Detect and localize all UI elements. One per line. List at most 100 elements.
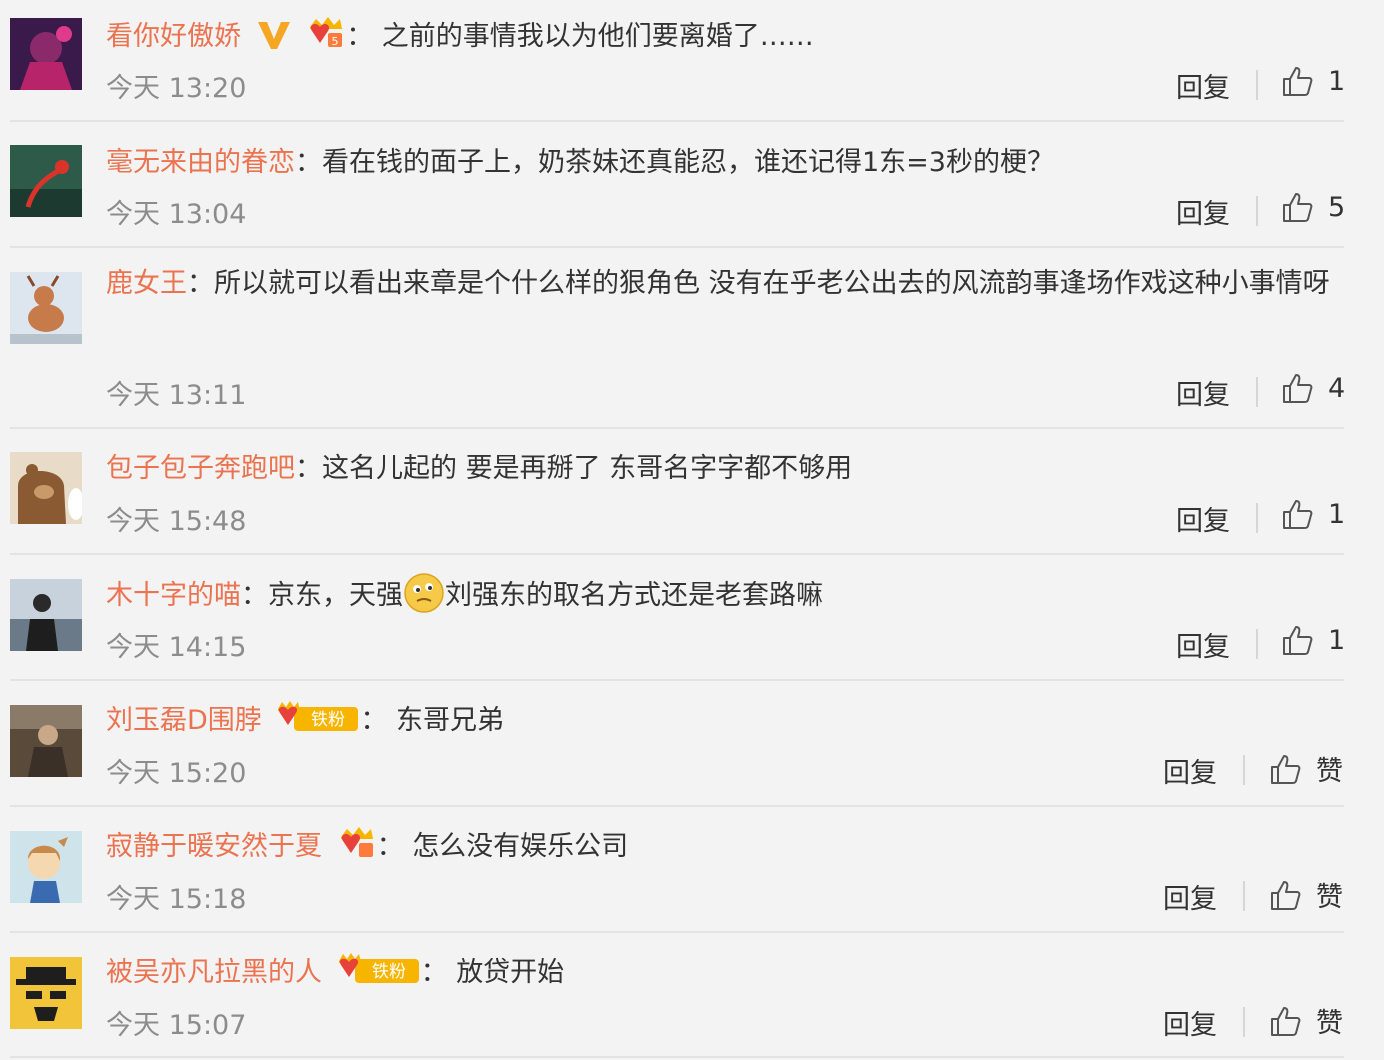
reply-button[interactable]: 回复 xyxy=(1163,751,1217,790)
like-button[interactable]: 1 xyxy=(1280,64,1345,98)
avatar[interactable] xyxy=(10,145,82,217)
username-link[interactable]: 寂静于暖安然于夏 xyxy=(106,831,322,862)
thumbs-up-icon xyxy=(1271,880,1301,910)
comment-line: 刘玉磊D围脖 铁粉 ： 东哥兄弟 xyxy=(106,698,1344,737)
separator: ： xyxy=(187,268,214,299)
timestamp: 今天 15:20 xyxy=(106,758,247,789)
action-separator xyxy=(1256,629,1258,659)
like-button[interactable]: 5 xyxy=(1280,190,1345,224)
avatar-image xyxy=(10,272,82,344)
like-button[interactable]: 赞 xyxy=(1268,1001,1343,1040)
thumbs-up-icon xyxy=(1283,67,1313,96)
divider xyxy=(10,679,1344,681)
comment-line: 包子包子奔跑吧：这名儿起的 要是再掰了 东哥名字字都不够用 xyxy=(106,446,1344,485)
comment-text: 之前的事情我以为他们要离婚了…… xyxy=(381,21,814,52)
comment-text-before-emoji: 京东，天强 xyxy=(268,580,403,611)
action-separator xyxy=(1243,1007,1245,1037)
avatar-image xyxy=(10,579,82,651)
divider xyxy=(10,1056,1344,1058)
username-link[interactable]: 刘玉磊D围脖 xyxy=(106,705,262,736)
action-separator xyxy=(1243,881,1245,911)
divider xyxy=(10,246,1344,248)
comment-text: 东哥兄弟 xyxy=(395,705,504,736)
comment-line: 木十字的喵：京东，天强 刘强东的取名方式还是老套路嘛 xyxy=(106,572,1344,614)
timestamp: 今天 14:15 xyxy=(106,632,247,663)
avatar[interactable] xyxy=(10,18,82,90)
comment-text: 放贷开始 xyxy=(456,957,565,988)
avatar-image xyxy=(10,957,82,1029)
svg-text:铁粉: 铁粉 xyxy=(372,962,406,982)
username-link[interactable]: 木十字的喵 xyxy=(106,580,241,611)
tiefen-fan-badge-icon[interactable]: 铁粉 xyxy=(276,699,360,735)
like-button[interactable]: 1 xyxy=(1280,623,1345,657)
reply-button[interactable]: 回复 xyxy=(1176,625,1230,664)
vip-crown-badge-icon[interactable] xyxy=(337,825,377,861)
action-separator xyxy=(1256,70,1258,100)
thumbs-up-icon xyxy=(1283,626,1313,655)
verified-v-icon[interactable] xyxy=(256,19,292,51)
avatar[interactable] xyxy=(10,705,82,777)
like-button[interactable]: 4 xyxy=(1280,371,1345,405)
like-button[interactable]: 1 xyxy=(1280,497,1345,531)
reply-button[interactable]: 回复 xyxy=(1163,1003,1217,1042)
divider xyxy=(10,931,1344,933)
comment-text: 看在钱的面子上，奶茶妹还真能忍，谁还记得1东=3秒的梗？ xyxy=(322,147,1054,178)
timestamp: 今天 13:20 xyxy=(106,73,247,104)
timestamp: 今天 15:07 xyxy=(106,1010,247,1041)
username-link[interactable]: 毫无来由的眷恋 xyxy=(106,147,295,178)
action-separator xyxy=(1256,503,1258,533)
svg-text:铁粉: 铁粉 xyxy=(311,710,345,730)
thumbs-up-icon xyxy=(1283,193,1313,222)
comment-line: 毫无来由的眷恋：看在钱的面子上，奶茶妹还真能忍，谁还记得1东=3秒的梗？ xyxy=(106,140,1344,179)
divider xyxy=(10,427,1344,429)
avatar-image xyxy=(10,831,82,903)
comment-line: 被吴亦凡拉黑的人 铁粉 ： 放贷开始 xyxy=(106,950,1344,989)
avatar[interactable] xyxy=(10,957,82,1029)
comment-list: 看你好傲娇 5 ： 之前的事情我以为他们要离婚了…… 今天 13:20 回复 1 xyxy=(0,0,1384,1060)
reply-button[interactable]: 回复 xyxy=(1176,192,1230,231)
vip-crown-badge-icon[interactable]: 5 xyxy=(306,15,346,51)
action-separator xyxy=(1243,755,1245,785)
comment-line: 鹿女王：所以就可以看出来章是个什么样的狠角色 没有在乎老公出去的风流韵事逢场作戏… xyxy=(106,256,1344,311)
divider xyxy=(10,805,1344,807)
username-link[interactable]: 看你好傲娇 xyxy=(106,21,241,52)
divider xyxy=(10,120,1344,122)
like-button[interactable]: 赞 xyxy=(1268,875,1343,914)
separator: ： xyxy=(346,21,374,52)
like-count: 1 xyxy=(1328,624,1346,656)
like-count: 4 xyxy=(1328,372,1346,404)
svg-text:5: 5 xyxy=(332,35,339,48)
avatar-image xyxy=(10,145,82,217)
like-button[interactable]: 赞 xyxy=(1268,749,1343,788)
timestamp: 今天 13:11 xyxy=(106,380,247,411)
username-link[interactable]: 被吴亦凡拉黑的人 xyxy=(106,957,322,988)
like-count: 5 xyxy=(1328,191,1346,223)
thinking-face-emoji xyxy=(403,572,445,614)
avatar[interactable] xyxy=(10,579,82,651)
separator: ： xyxy=(241,580,268,611)
tiefen-fan-badge-icon[interactable]: 铁粉 xyxy=(337,951,421,987)
reply-button[interactable]: 回复 xyxy=(1176,499,1230,538)
reply-button[interactable]: 回复 xyxy=(1176,66,1230,105)
separator: ： xyxy=(295,147,322,178)
comment-text-after-emoji: 刘强东的取名方式还是老套路嘛 xyxy=(445,580,823,611)
avatar-image xyxy=(10,18,82,90)
timestamp: 今天 13:04 xyxy=(106,199,247,230)
separator: ： xyxy=(295,453,322,484)
reply-button[interactable]: 回复 xyxy=(1176,373,1230,412)
reply-button[interactable]: 回复 xyxy=(1163,877,1217,916)
avatar[interactable] xyxy=(10,272,82,344)
like-count: 1 xyxy=(1328,498,1346,530)
like-label: 赞 xyxy=(1316,756,1343,787)
thumbs-up-icon xyxy=(1283,374,1313,403)
avatar[interactable] xyxy=(10,452,82,524)
like-count: 1 xyxy=(1328,65,1346,97)
timestamp: 今天 15:18 xyxy=(106,884,247,915)
action-separator xyxy=(1256,377,1258,407)
comment-line: 看你好傲娇 5 ： 之前的事情我以为他们要离婚了…… xyxy=(106,14,1344,53)
username-link[interactable]: 包子包子奔跑吧 xyxy=(106,453,295,484)
thumbs-up-icon xyxy=(1283,500,1313,529)
like-label: 赞 xyxy=(1316,882,1343,913)
username-link[interactable]: 鹿女王 xyxy=(106,268,187,299)
avatar[interactable] xyxy=(10,831,82,903)
